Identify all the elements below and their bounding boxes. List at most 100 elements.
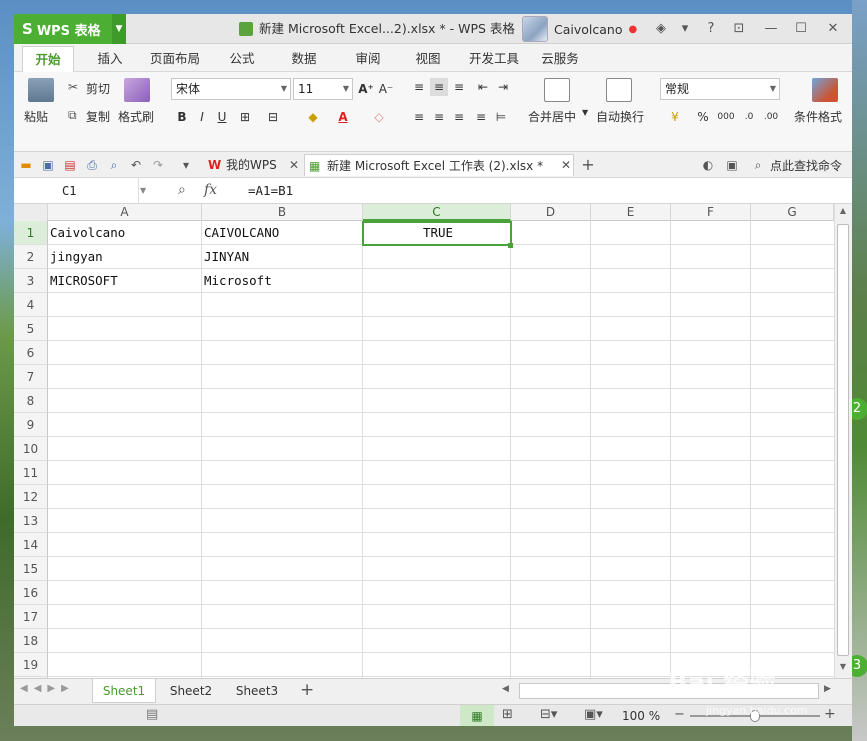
percent-button[interactable]: %	[694, 108, 712, 126]
column-header-f[interactable]: F	[671, 204, 751, 221]
wps-app-button[interactable]: S WPS 表格 ▼	[14, 14, 126, 44]
paste-icon[interactable]	[28, 78, 54, 102]
page-layout-view-icon[interactable]: ⊟▾	[540, 707, 557, 722]
copy-button[interactable]: 复制	[86, 108, 110, 125]
tab-formulas[interactable]: 公式	[218, 46, 266, 72]
collapse-icon[interactable]: ◐	[700, 157, 716, 173]
decrease-font-icon[interactable]: A⁻	[377, 80, 395, 98]
new-tab-icon[interactable]: +	[580, 157, 596, 173]
column-header-g[interactable]: G	[751, 204, 834, 221]
sheet-tab-3[interactable]: Sheet3	[228, 679, 286, 703]
zoom-out-icon[interactable]: −	[674, 707, 685, 722]
redo-icon[interactable]: ↷	[150, 157, 166, 173]
insert-function-button[interactable]: fx	[204, 182, 217, 198]
font-size-select[interactable]: 11 ▼	[293, 78, 353, 100]
increase-decimal-icon[interactable]: .0	[740, 108, 758, 126]
italic-button[interactable]: I	[193, 108, 211, 126]
distribute-icon[interactable]: ⊨	[492, 108, 510, 126]
shirt-icon[interactable]: ▾	[672, 14, 698, 44]
row-header[interactable]: 13	[14, 509, 48, 533]
chevron-down-icon[interactable]: ▼	[582, 108, 588, 117]
column-header-d[interactable]: D	[511, 204, 591, 221]
zoom-formula-icon[interactable]: ⌕	[178, 182, 186, 198]
cut-button[interactable]: 剪切	[86, 80, 110, 97]
search-icon[interactable]: ⌕	[750, 157, 766, 173]
export-pdf-icon[interactable]: ▤	[62, 157, 78, 173]
customize-icon[interactable]: ▾	[178, 157, 194, 173]
column-header-b[interactable]: B	[202, 204, 363, 221]
chevron-down-icon[interactable]: ▼	[112, 14, 126, 44]
row-header[interactable]: 5	[14, 317, 48, 341]
thousands-button[interactable]: 000	[714, 108, 738, 126]
undo-icon[interactable]: ↶	[128, 157, 144, 173]
merge-center-icon[interactable]	[544, 78, 570, 102]
cell-b2[interactable]: JINYAN	[202, 245, 363, 269]
align-center-icon[interactable]: ≡	[430, 108, 448, 126]
cell-a3[interactable]: MICROSOFT	[48, 269, 202, 293]
save-icon[interactable]: ▣	[40, 157, 56, 173]
merge-icon[interactable]: ⊟	[264, 108, 282, 126]
align-top-icon[interactable]: ≡	[410, 78, 428, 96]
align-left-icon[interactable]: ≡	[410, 108, 428, 126]
cell-a2[interactable]: jingyan	[48, 245, 202, 269]
row-header[interactable]: 12	[14, 485, 48, 509]
scroll-left-icon[interactable]: ◀	[502, 684, 509, 694]
row-header[interactable]: 1	[14, 221, 48, 245]
tab-view[interactable]: 视图	[406, 46, 450, 72]
decrease-decimal-icon[interactable]: .00	[762, 108, 780, 126]
user-name[interactable]: Caivolcano	[554, 22, 622, 37]
tab-home[interactable]: 开始	[22, 46, 74, 72]
format-painter-icon[interactable]	[124, 78, 150, 102]
add-sheet-icon[interactable]: +	[300, 680, 314, 700]
wrap-text-button[interactable]: 自动换行	[596, 108, 644, 125]
row-header[interactable]: 19	[14, 653, 48, 677]
notification-icon[interactable]: ●	[628, 24, 637, 35]
scroll-right-icon[interactable]: ▶	[824, 684, 831, 694]
cell-b3[interactable]: Microsoft	[202, 269, 363, 293]
fill-color-icon[interactable]: ◆	[304, 108, 322, 126]
tab-cloud[interactable]: 云服务	[534, 46, 586, 72]
normal-view-icon[interactable]: ▦	[460, 705, 494, 726]
tab-page-layout[interactable]: 页面布局	[142, 46, 208, 72]
row-header[interactable]: 15	[14, 557, 48, 581]
spreadsheet-grid[interactable]: A B C D E F G 1 2 3 4 5 6 7 8 9 10 11 12 13 14 15 16 17 1…	[14, 204, 834, 678]
align-middle-icon[interactable]: ≡	[430, 78, 448, 96]
zoom-level[interactable]: 100 %	[622, 709, 660, 723]
row-header[interactable]: 16	[14, 581, 48, 605]
copy-icon[interactable]: ⧉	[68, 108, 77, 123]
row-header[interactable]: 8	[14, 389, 48, 413]
sheet-nav-icons[interactable]: ◀◀▶▶	[20, 683, 75, 694]
font-color-icon[interactable]: A	[334, 108, 352, 126]
column-header-e[interactable]: E	[591, 204, 671, 221]
help-icon[interactable]: ?	[698, 14, 724, 44]
sheet-tab-2[interactable]: Sheet2	[162, 679, 220, 703]
user-account[interactable]: Caivolcano ●	[522, 16, 637, 42]
chevron-down-icon[interactable]: ▼	[140, 178, 154, 204]
scroll-thumb[interactable]	[837, 224, 849, 656]
close-icon[interactable]: ✕	[286, 157, 302, 173]
close-icon[interactable]: ✕	[558, 157, 574, 173]
row-header[interactable]: 10	[14, 437, 48, 461]
row-header[interactable]: 17	[14, 605, 48, 629]
name-box[interactable]: C1	[14, 178, 139, 204]
open-folder-icon[interactable]: ▬	[18, 157, 34, 173]
column-header-c[interactable]: C	[363, 204, 511, 221]
vertical-scrollbar[interactable]: ▲ ▼	[834, 204, 852, 678]
select-all-button[interactable]	[14, 204, 48, 221]
row-header[interactable]: 9	[14, 413, 48, 437]
row-header[interactable]: 11	[14, 461, 48, 485]
merge-center-button[interactable]: 合并居中	[528, 108, 576, 125]
print-icon[interactable]: ⎙	[84, 157, 100, 173]
tab-review[interactable]: 审阅	[344, 46, 392, 72]
zoom-in-icon[interactable]: +	[824, 706, 836, 722]
tab-insert[interactable]: 插入	[86, 46, 134, 72]
underline-button[interactable]: U	[213, 108, 231, 126]
maximize-icon[interactable]: ☐	[788, 14, 814, 44]
reading-view-icon[interactable]: ▣▾	[584, 707, 603, 722]
border-icon[interactable]: ⊞	[236, 108, 254, 126]
cell-b1[interactable]: CAIVOLCANO	[202, 221, 363, 245]
close-icon[interactable]: ✕	[820, 14, 846, 44]
font-name-select[interactable]: 宋体 ▼	[171, 78, 291, 100]
macro-icon[interactable]: ▤	[146, 707, 158, 722]
row-header[interactable]: 18	[14, 629, 48, 653]
